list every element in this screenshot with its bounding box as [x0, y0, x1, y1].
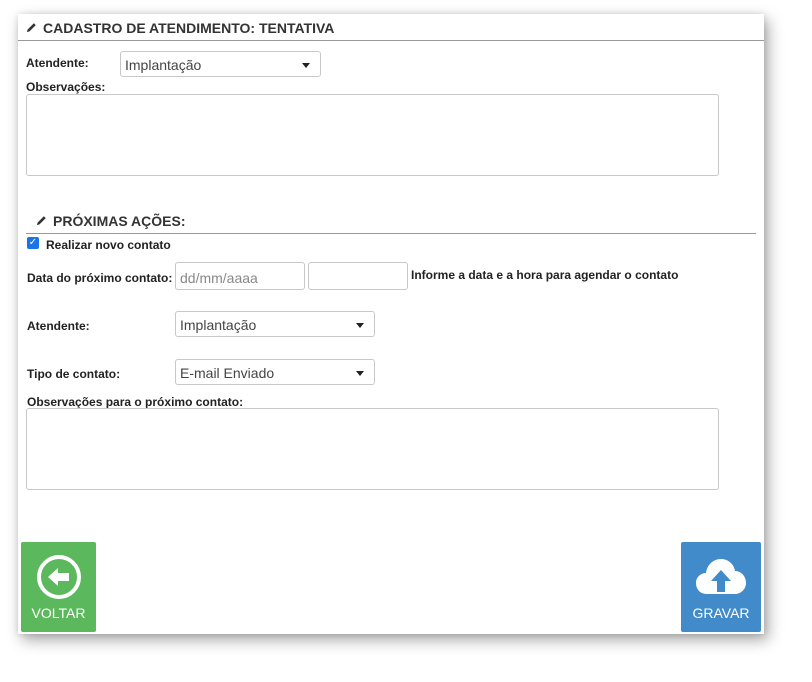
next-observations-label: Observações para o próximo contato: — [27, 395, 244, 409]
next-actions-divider — [26, 233, 756, 234]
header-divider — [18, 40, 764, 41]
attendant-label: Atendente: — [26, 56, 89, 70]
save-button-label: GRAVAR — [692, 605, 750, 621]
chevron-down-icon — [302, 63, 310, 68]
contact-type-select[interactable]: E-mail Enviado — [175, 359, 375, 385]
next-attendant-select[interactable]: Implantação — [175, 311, 375, 337]
next-contact-date-label: Data do próximo contato: — [27, 271, 173, 285]
chevron-down-icon — [356, 371, 364, 376]
pencil-icon — [26, 20, 37, 36]
back-button[interactable]: VOLTAR — [21, 542, 96, 632]
observations-textarea[interactable] — [26, 94, 719, 176]
cloud-upload-icon — [681, 554, 761, 598]
date-hint: Informe a data e a hora para agendar o c… — [411, 268, 679, 282]
contact-type-label: Tipo de contato: — [27, 367, 121, 381]
next-contact-date-input[interactable]: dd/mm/aaaa — [175, 262, 305, 290]
back-button-label: VOLTAR — [31, 605, 86, 621]
next-actions-title: PRÓXIMAS AÇÕES: — [36, 213, 186, 229]
form-title: CADASTRO DE ATENDIMENTO: TENTATIVA — [26, 20, 334, 36]
new-contact-checkbox[interactable]: ✓ — [27, 237, 39, 249]
chevron-down-icon — [356, 323, 364, 328]
save-button[interactable]: GRAVAR — [681, 542, 761, 632]
next-contact-time-input[interactable] — [308, 262, 408, 290]
pencil-icon — [36, 213, 47, 229]
circle-arrow-left-icon — [21, 554, 96, 600]
next-observations-textarea[interactable] — [26, 408, 719, 490]
new-contact-label[interactable]: Realizar novo contato — [46, 238, 171, 252]
next-attendant-label: Atendente: — [27, 319, 90, 333]
observations-label: Observações: — [26, 80, 106, 94]
attendant-select[interactable]: Implantação — [120, 51, 321, 77]
